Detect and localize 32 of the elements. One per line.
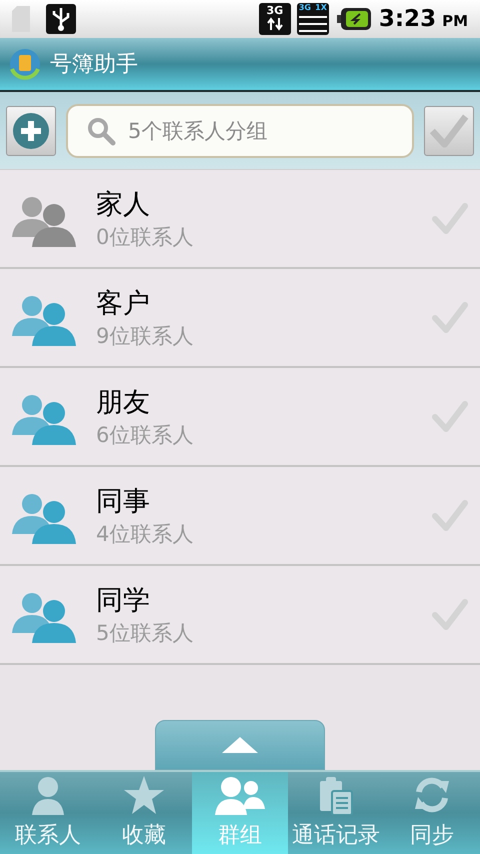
group-name: 朋友 [96,386,151,420]
sync-icon [412,775,452,815]
signal-label: 1X [315,3,327,13]
member-count: 0位联系人 [96,224,194,250]
usb-icon [46,4,76,34]
app-logo-icon [8,47,42,81]
group-name: 家人 [96,188,151,222]
star-icon [123,775,165,815]
expand-tab[interactable] [155,720,325,770]
group-name: 同学 [96,584,151,618]
member-count: 5位联系人 [96,620,194,646]
search-field[interactable]: 5个联系人分组 [66,104,414,158]
window-title: 号簿助手 [50,50,138,78]
clipboard-icon [318,775,354,815]
member-count: 6位联系人 [96,422,194,448]
network-label: 3G [266,4,284,17]
clock-time: 3:23 [378,4,436,34]
up-arrow-icon [222,737,258,753]
member-count: 9位联系人 [96,322,194,350]
group-name: 客户 [96,286,151,320]
member-count: 4位联系人 [96,520,194,548]
plus-icon [12,112,50,150]
battery-icon [336,8,371,30]
add-button[interactable] [6,106,56,156]
group-name: 同事 [96,484,151,518]
search-icon [86,116,116,146]
people-icon [215,775,265,815]
sd-card-icon [12,6,30,32]
signal-label: 3G [298,3,311,13]
select-all-button[interactable] [424,106,474,156]
data-arrows-icon [266,17,283,31]
clock-ampm: PM [442,10,468,32]
